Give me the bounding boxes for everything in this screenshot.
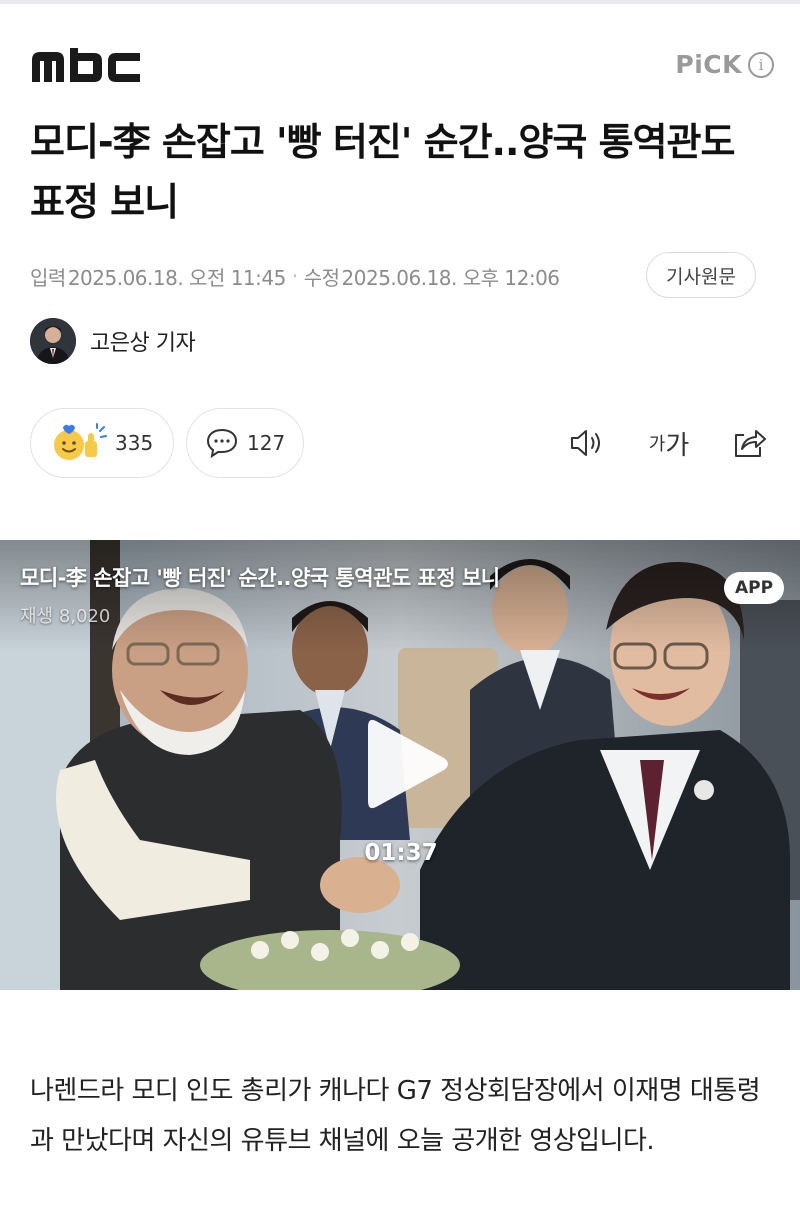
font-size-large-label: 가 [665,430,690,461]
pick-section[interactable]: PiCK i [675,50,774,79]
modified-label: 수정 [303,265,340,290]
reaction-button[interactable]: 335 [30,408,174,478]
comment-bubble-icon [206,428,238,459]
article-title: 모디-李 손잡고 '빵 터진' 순간..양국 통역관도 표정 보니 [30,120,735,224]
reporter-avatar [30,318,76,364]
article-meta: 입력 2025.06.18. 오전 11:45 · 수정 2025.06.18.… [30,258,560,294]
comment-count: 127 [247,431,286,455]
font-size-button[interactable]: 가가 [644,420,694,466]
top-divider [0,0,800,4]
share-button[interactable] [724,420,774,466]
play-icon[interactable] [362,713,452,815]
reporter[interactable]: 고은상 기자 [30,318,196,364]
published-label: 입력 [30,265,66,290]
video-title: 모디-李 손잡고 '빵 터진' 순간..양국 통역관도 표정 보니 [20,566,500,590]
info-icon[interactable]: i [748,51,774,78]
app-badge[interactable]: APP [724,572,784,604]
reaction-count: 335 [115,431,154,455]
reporter-name: 고은상 기자 [90,331,196,356]
speaker-icon [571,430,600,456]
share-icon [735,430,766,457]
font-size-small-label: 가 [648,434,666,455]
header: PiCK i [30,46,774,90]
article-body: 나렌드라 모디 인도 총리가 캐나다 G7 정상회담장에서 이재명 대통령과 만… [30,1076,761,1156]
original-article-button[interactable]: 기사원문 [646,252,756,298]
comment-button[interactable]: 127 [186,408,304,478]
reaction-emoji-icon [54,423,107,460]
video-views: 재생 8,020 [20,606,111,627]
published-time: 2025.06.18. 오전 11:45 [67,265,287,290]
meta-separator: · [291,264,298,288]
modified-time: 2025.06.18. 오후 12:06 [341,265,561,290]
pick-label: PiCK [675,50,742,79]
mbc-logo[interactable] [30,48,142,84]
audio-button[interactable] [562,420,612,466]
video-duration: 01:37 [364,840,438,866]
